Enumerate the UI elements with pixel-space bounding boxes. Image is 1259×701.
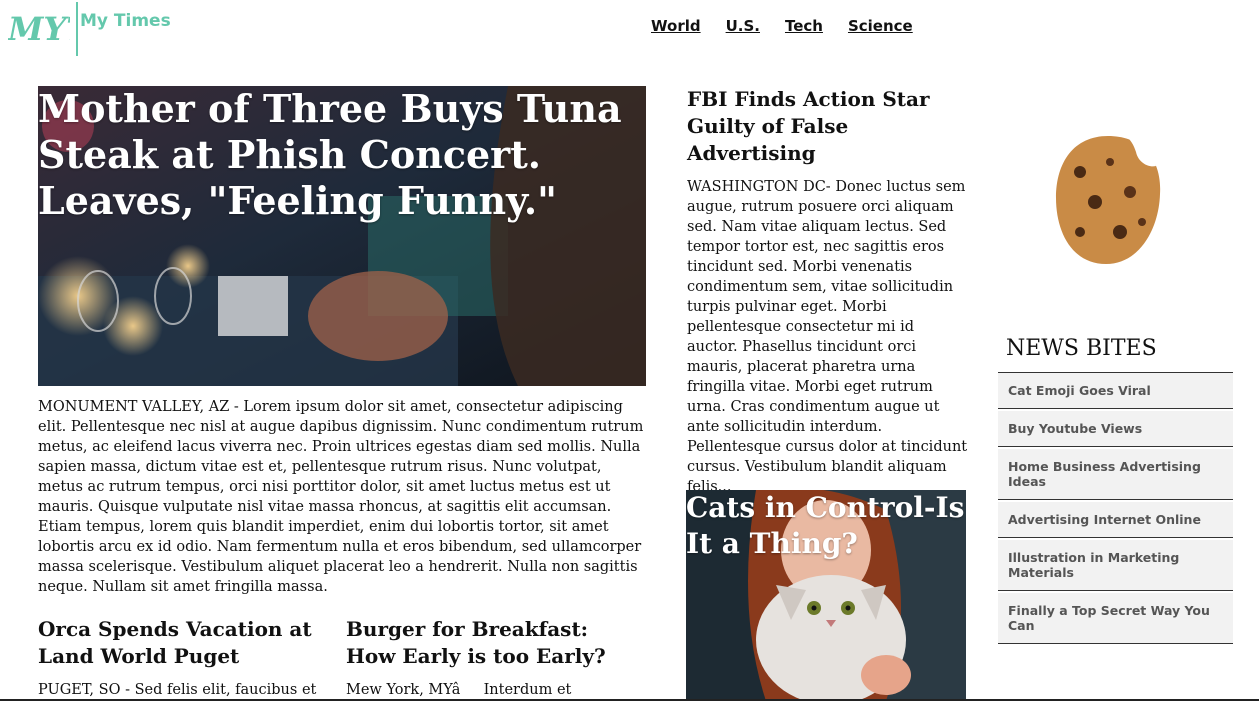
news-bite-item[interactable]: Finally a Top Secret Way You Can <box>998 593 1233 644</box>
news-bites-title: NEWS BITES <box>1006 336 1157 361</box>
nav-science[interactable]: Science <box>848 17 913 35</box>
news-bites-list: Cat Emoji Goes Viral Buy Youtube Views H… <box>998 372 1233 644</box>
main-nav: World U.S. Tech Science <box>651 17 913 35</box>
story-body: WASHINGTON DC- Donec luctus sem augue, r… <box>687 179 968 495</box>
nav-world[interactable]: World <box>651 17 701 35</box>
cats-headline[interactable]: Cats in Control-Is It a Thing? <box>686 490 966 562</box>
cookie-image <box>1050 132 1166 268</box>
site-logo[interactable]: MYT <box>7 6 92 50</box>
story-fbi: FBI Finds Action Star Guilty of False Ad… <box>687 86 969 497</box>
hero-story[interactable]: Mother of Three Buys Tuna Steak at Phish… <box>38 86 646 386</box>
nav-us[interactable]: U.S. <box>726 17 760 35</box>
story-headline[interactable]: Orca Spends Vacation at Land World Puget <box>38 616 328 670</box>
hero-headline[interactable]: Mother of Three Buys Tuna Steak at Phish… <box>38 86 638 224</box>
news-bite-item[interactable]: Cat Emoji Goes Viral <box>998 373 1233 409</box>
news-bite-item[interactable]: Buy Youtube Views <box>998 411 1233 447</box>
logo-letters: MYT <box>8 10 70 48</box>
news-bite-item[interactable]: Advertising Internet Online <box>998 502 1233 538</box>
story-orca: Orca Spends Vacation at Land World Puget… <box>38 616 328 700</box>
hero-body: MONUMENT VALLEY, AZ - Lorem ipsum dolor … <box>38 399 644 595</box>
story-headline[interactable]: Burger for Breakfast: How Early is too E… <box>346 616 641 670</box>
story-headline[interactable]: FBI Finds Action Star Guilty of False Ad… <box>687 86 969 167</box>
news-bites: NEWS BITES Cat Emoji Goes Viral Buy Yout… <box>998 336 1233 646</box>
news-bite-item[interactable]: Home Business Advertising Ideas <box>998 449 1233 500</box>
story-burger: Burger for Breakfast: How Early is too E… <box>346 616 641 700</box>
story-body: PUGET, SO - Sed felis elit, faucibus et <box>38 682 317 698</box>
site-name[interactable]: My Times <box>80 11 171 31</box>
logo-divider <box>76 2 78 56</box>
story-body: Mew York, MYâInterdum et <box>346 682 572 698</box>
nav-tech[interactable]: Tech <box>785 17 823 35</box>
story-cats[interactable]: Cats in Control-Is It a Thing? <box>686 490 966 701</box>
news-bite-item[interactable]: Illustration in Marketing Materials <box>998 540 1233 591</box>
